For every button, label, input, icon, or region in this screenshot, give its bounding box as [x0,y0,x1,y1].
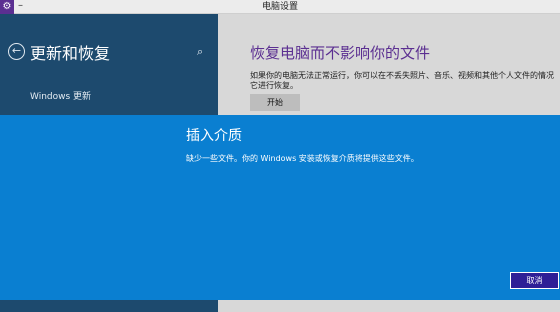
cancel-button[interactable]: 取消 [510,272,559,289]
dialog-message: 缺少一些文件。你的 Windows 安装或恢复介质将提供这些文件。 [186,154,419,163]
window-title: 电脑设置 [261,2,298,12]
dialog-title: 插入介质 [186,128,242,144]
start-button[interactable]: 开始 [250,94,300,111]
back-button[interactable]: ← [8,43,25,60]
arrow-left-icon: ← [11,44,22,57]
description-line-1: 如果你的电脑无法正常运行，你可以在不丢失照片、音乐、视频和其他个人文件的情况 [250,71,554,80]
title-bar: ⚙ – 电脑设置 [0,0,560,14]
page-description: 如果你的电脑无法正常运行，你可以在不丢失照片、音乐、视频和其他个人文件的情况 它… [250,71,560,91]
sidebar-title: 更新和恢复 [30,44,111,63]
search-icon[interactable]: ⌕ [197,45,203,59]
description-line-2: 它进行恢复。 [250,81,298,90]
page-heading: 恢复电脑而不影响你的文件 [250,44,431,62]
sidebar-item-windows-update[interactable]: Windows 更新 [30,89,91,102]
insert-media-dialog: 插入介质 缺少一些文件。你的 Windows 安装或恢复介质将提供这些文件。 取… [0,115,560,300]
